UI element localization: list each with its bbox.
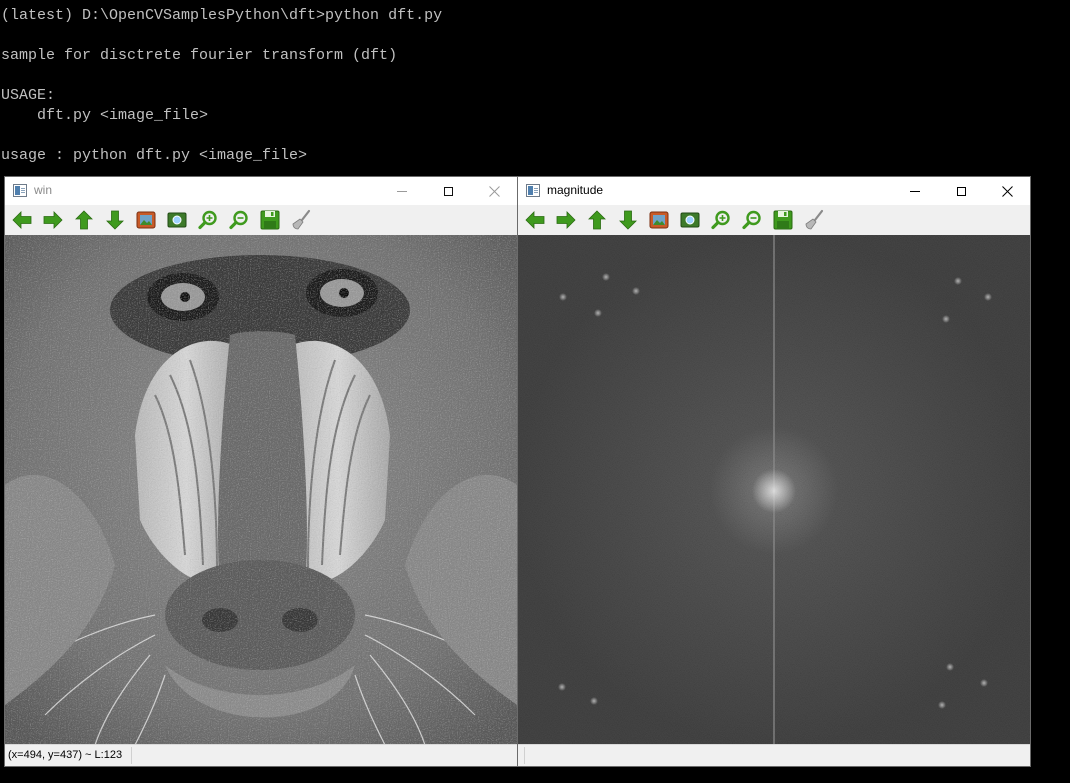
zoom-fit-icon [167,212,187,228]
maximize-button[interactable] [938,177,984,205]
window-title: magnitude [547,183,604,197]
magnitude-image[interactable] [518,235,1030,746]
brush-icon [805,209,824,230]
save-icon [773,210,793,230]
close-button[interactable] [984,177,1030,205]
arrow-down-icon [619,210,637,230]
console-line: USAGE: [1,87,56,104]
minimize-button[interactable] [379,177,425,205]
win-window: win (x=494, y=437) ~ L:123 [4,176,518,767]
brush-icon [292,209,311,230]
close-icon [1001,185,1013,197]
save-icon [260,210,280,230]
arrow-up-icon [588,210,606,230]
win-statusbar: (x=494, y=437) ~ L:123 [5,744,517,766]
window-app-icon [13,184,27,197]
zoom-in-icon [711,210,730,230]
zoom-out-icon [229,210,248,230]
status-separator [131,747,132,764]
zoom-out-icon [742,210,761,230]
zoom-original-button[interactable] [647,208,671,232]
image-icon [136,211,156,229]
arrow-right-icon [43,211,63,229]
pan-right-button[interactable] [554,208,578,232]
baboon-image[interactable] [5,235,517,746]
console-line: sample for disctrete fourier transform (… [1,47,398,64]
console-line: usage : python dft.py <image_file> [1,147,308,164]
pan-down-button[interactable] [616,208,640,232]
arrow-left-icon [12,211,32,229]
window-app-icon [526,184,540,197]
close-icon [488,185,500,197]
close-button[interactable] [471,177,517,205]
pan-left-button[interactable] [10,208,34,232]
arrow-right-icon [556,211,576,229]
win-toolbar [5,205,517,235]
zoom-in-button[interactable] [196,208,220,232]
zoom-in-button[interactable] [709,208,733,232]
arrow-left-icon [525,211,545,229]
zoom-out-button[interactable] [740,208,764,232]
baboon-grayscale-image-icon [5,235,517,746]
win-titlebar[interactable]: win [5,177,517,205]
pan-down-button[interactable] [103,208,127,232]
zoom-fit-button[interactable] [678,208,702,232]
pixel-coordinates-text: (x=494, y=437) ~ L:123 [8,749,123,761]
zoom-fit-button[interactable] [165,208,189,232]
console-line: dft.py <image_file> [1,107,209,124]
magnitude-titlebar[interactable]: magnitude [518,177,1030,205]
zoom-original-button[interactable] [134,208,158,232]
status-separator [524,747,525,764]
zoom-out-button[interactable] [227,208,251,232]
arrow-up-icon [75,210,93,230]
properties-button[interactable] [289,208,313,232]
image-icon [649,211,669,229]
properties-button[interactable] [802,208,826,232]
save-image-button[interactable] [258,208,282,232]
zoom-fit-icon [680,212,700,228]
window-title: win [34,183,53,197]
console-line: (latest) D:\OpenCVSamplesPython\dft>pyth… [1,7,443,24]
minimize-button[interactable] [892,177,938,205]
pan-left-button[interactable] [523,208,547,232]
magnitude-window: magnitude [517,176,1031,767]
pan-right-button[interactable] [41,208,65,232]
pan-up-button[interactable] [72,208,96,232]
fft-magnitude-spectrum-image-icon [518,235,1030,746]
maximize-button[interactable] [425,177,471,205]
pan-up-button[interactable] [585,208,609,232]
zoom-in-icon [198,210,217,230]
arrow-down-icon [106,210,124,230]
magnitude-statusbar [518,744,1030,766]
magnitude-toolbar [518,205,1030,235]
save-image-button[interactable] [771,208,795,232]
